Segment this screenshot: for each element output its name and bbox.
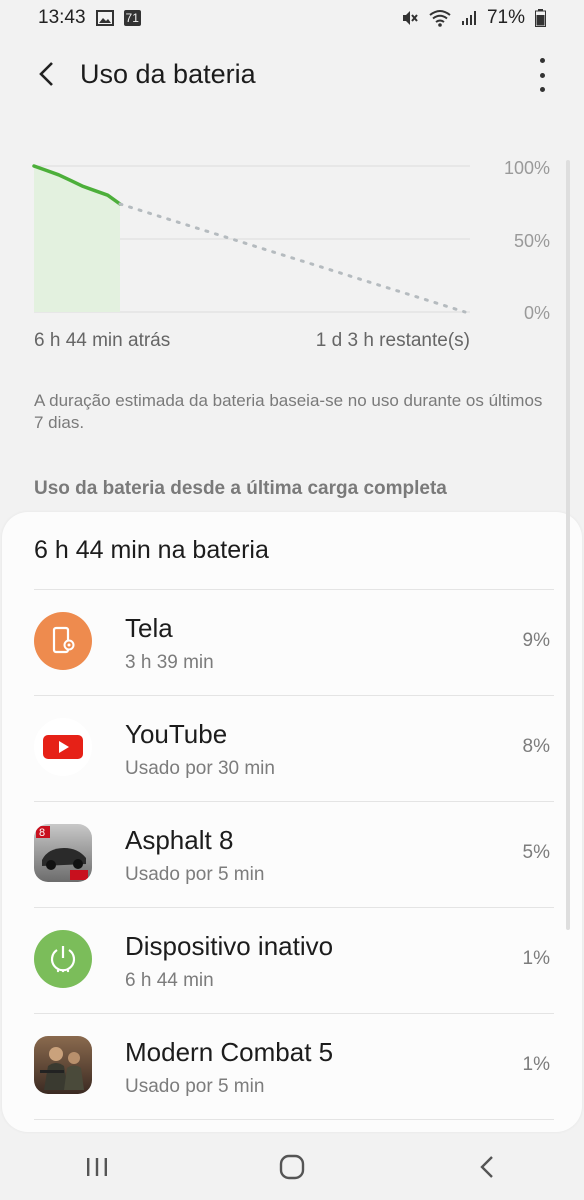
recent-apps-icon: [87, 1158, 108, 1176]
signal-icon: [461, 10, 477, 26]
app-bar: Uso da bateria: [0, 44, 584, 106]
x-label-end: 1 d 3 h restante(s): [315, 330, 470, 351]
app-name: Dispositivo inativo: [125, 931, 334, 961]
divider: [34, 1119, 554, 1120]
app-usage-time: Usado por 30 min: [125, 758, 275, 779]
more-options-button[interactable]: [530, 58, 554, 92]
nav-back-button[interactable]: [457, 1142, 517, 1192]
app-row-asphalt-8[interactable]: 8 Asphalt 8 Usado por 5 min 5%: [2, 802, 582, 908]
status-left: 13:43 71: [38, 7, 141, 29]
y-tick-0: 0%: [523, 303, 550, 323]
estimate-note: A duração estimada da bateria baseia-se …: [34, 391, 543, 432]
app-percent: 8%: [522, 736, 550, 757]
app-row-tela[interactable]: Tela 3 h 39 min 9%: [2, 590, 582, 696]
svg-text:8: 8: [39, 827, 45, 839]
battery-chart: 100% 50% 0% 6 h 44 min atrás 1 d 3 h res…: [0, 150, 584, 360]
back-button[interactable]: [28, 56, 64, 92]
home-icon: [279, 1154, 305, 1180]
app-percent: 1%: [522, 1054, 550, 1075]
nav-back-icon: [479, 1156, 493, 1178]
status-bar: 13:43 71 71%: [0, 0, 584, 36]
power-icon: [34, 930, 92, 988]
app-row-dispositivo-inativo[interactable]: Dispositivo inativo 6 h 44 min 1%: [2, 908, 582, 1014]
screen-icon: [34, 612, 92, 670]
back-arrow-icon: [39, 62, 53, 86]
app-name: Asphalt 8: [125, 825, 234, 855]
more-options-dot: [539, 58, 545, 63]
y-tick-100: 100%: [503, 158, 550, 178]
x-label-start: 6 h 44 min atrás: [34, 330, 171, 351]
app-percent: 9%: [522, 630, 550, 651]
usage-card: 6 h 44 min na bateria Tela 3 h 39 min 9%…: [2, 512, 582, 1132]
app-percent: 5%: [522, 842, 550, 863]
section-title: Uso da bateria desde a última carga comp…: [34, 478, 447, 499]
home-button[interactable]: [262, 1142, 322, 1192]
app-usage-time: 3 h 39 min: [125, 652, 214, 673]
wifi-icon: [429, 9, 451, 27]
app-usage-time: Usado por 5 min: [125, 864, 265, 885]
more-options-dot: [539, 72, 545, 78]
youtube-icon: [34, 718, 92, 776]
navigation-bar: [0, 1134, 584, 1200]
notification-count-badge: 71: [123, 10, 141, 26]
battery-chart-plot: [32, 164, 470, 314]
y-tick-50: 50%: [513, 231, 550, 251]
app-usage-time: 6 h 44 min: [125, 970, 214, 991]
battery-percent: 71%: [486, 7, 525, 28]
app-row-youtube[interactable]: YouTube Usado por 30 min 8%: [2, 696, 582, 802]
asphalt-icon: 8: [34, 824, 92, 882]
more-options-dot: [539, 87, 545, 92]
mute-icon: [401, 9, 419, 27]
history-area: [34, 166, 120, 312]
projection-line: [118, 202, 467, 314]
app-name: Tela: [125, 613, 173, 643]
app-usage-time: Usado por 5 min: [125, 1076, 265, 1097]
page-title: Uso da bateria: [80, 59, 256, 89]
app-name: Modern Combat 5: [125, 1037, 334, 1067]
app-percent: 1%: [522, 948, 550, 969]
gallery-icon: [95, 10, 114, 26]
battery-icon: [535, 9, 546, 27]
card-header: 6 h 44 min na bateria: [34, 536, 269, 564]
app-name: YouTube: [125, 719, 228, 749]
modern-combat-icon: [34, 1036, 92, 1094]
app-row-modern-combat-5[interactable]: Modern Combat 5 Usado por 5 min 1%: [2, 1014, 582, 1120]
status-right: 71%: [401, 7, 546, 29]
scrollbar[interactable]: [566, 160, 570, 930]
recent-apps-button[interactable]: [67, 1142, 127, 1192]
status-time: 13:43: [38, 7, 86, 28]
